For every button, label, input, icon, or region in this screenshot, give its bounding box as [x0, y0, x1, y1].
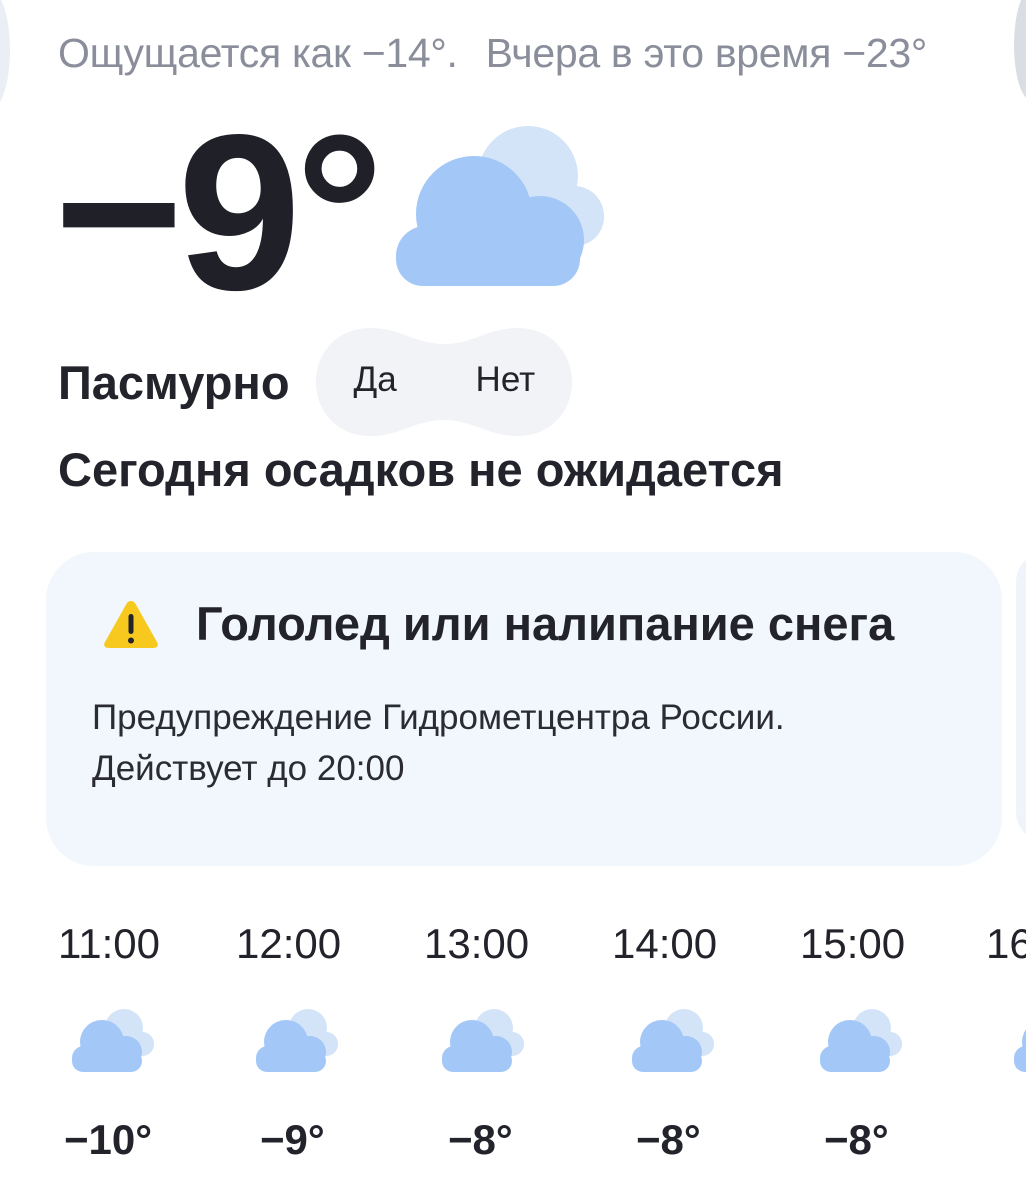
- alert-title: Гололед или налипание снега: [196, 597, 895, 650]
- warning-icon: [104, 601, 158, 648]
- alert-valid-until: Действует до 20:00: [92, 749, 405, 788]
- condition-label: Пасмурно: [58, 355, 290, 409]
- overcast-cloud-icon: [820, 1009, 902, 1072]
- poll-no-button[interactable]: Нет: [476, 360, 536, 400]
- hour-time: 12:00: [236, 920, 342, 967]
- hour-temperature: −9°: [260, 1116, 325, 1163]
- overcast-cloud-icon: [1014, 1029, 1026, 1072]
- hourly-item[interactable]: 16: [986, 920, 1026, 1200]
- hour-temperature: −8°: [448, 1116, 513, 1163]
- hour-time: 14:00: [612, 920, 718, 967]
- current-temperature: −9°: [54, 89, 384, 337]
- alert-description: Предупреждение Гидрометцентра России. Де…: [92, 692, 785, 794]
- hourly-item[interactable]: 14:00 −8°: [612, 920, 752, 1163]
- hour-temperature: −10°: [64, 1116, 153, 1163]
- overcast-cloud-icon: [442, 1009, 524, 1072]
- hour-time: 16: [986, 920, 1026, 967]
- overcast-cloud-icon: [632, 1009, 714, 1072]
- hour-time: 11:00: [58, 920, 160, 967]
- hour-time: 15:00: [800, 920, 906, 967]
- overcast-cloud-icon: [72, 1009, 154, 1072]
- condition-feedback-poll: Да Нет: [314, 326, 574, 438]
- background-map-edge: [0, 0, 10, 110]
- background-map-edge: [1014, 0, 1026, 100]
- feels-like-text: Ощущается как −14°.: [58, 30, 458, 76]
- hour-time: 13:00: [424, 920, 530, 967]
- hourly-item[interactable]: 15:00 −8°: [800, 920, 940, 1163]
- hourly-forecast[interactable]: 11:00 −10° 12:00 −9° 13:00 −8° 14:00 −8°…: [0, 920, 1026, 1200]
- weather-screen: Ощущается как −14°. Вчера в это время −23…: [0, 0, 1026, 1200]
- precipitation-forecast: Сегодня осадков не ожидается: [58, 443, 784, 496]
- next-alert-card[interactable]: [1016, 552, 1026, 842]
- poll-yes-button[interactable]: Да: [354, 360, 397, 400]
- hour-temperature: −8°: [824, 1116, 889, 1163]
- hourly-item[interactable]: 11:00 −10°: [58, 920, 198, 1163]
- hour-temperature: −8°: [636, 1116, 701, 1163]
- alert-source: Предупреждение Гидрометцентра России.: [92, 698, 785, 737]
- weather-alert-card[interactable]: Гололед или налипание снега Предупрежден…: [46, 552, 1002, 866]
- overcast-cloud-icon: [256, 1009, 338, 1072]
- hourly-item[interactable]: 13:00 −8°: [424, 920, 564, 1163]
- yesterday-text: Вчера в это время −23°: [485, 30, 928, 76]
- feels-like-line: Ощущается как −14°. Вчера в это время −23…: [58, 30, 927, 77]
- condition-row: Пасмурно Да Нет: [58, 326, 574, 438]
- hourly-item[interactable]: 12:00 −9°: [236, 920, 376, 1163]
- overcast-cloud-icon: [396, 126, 604, 286]
